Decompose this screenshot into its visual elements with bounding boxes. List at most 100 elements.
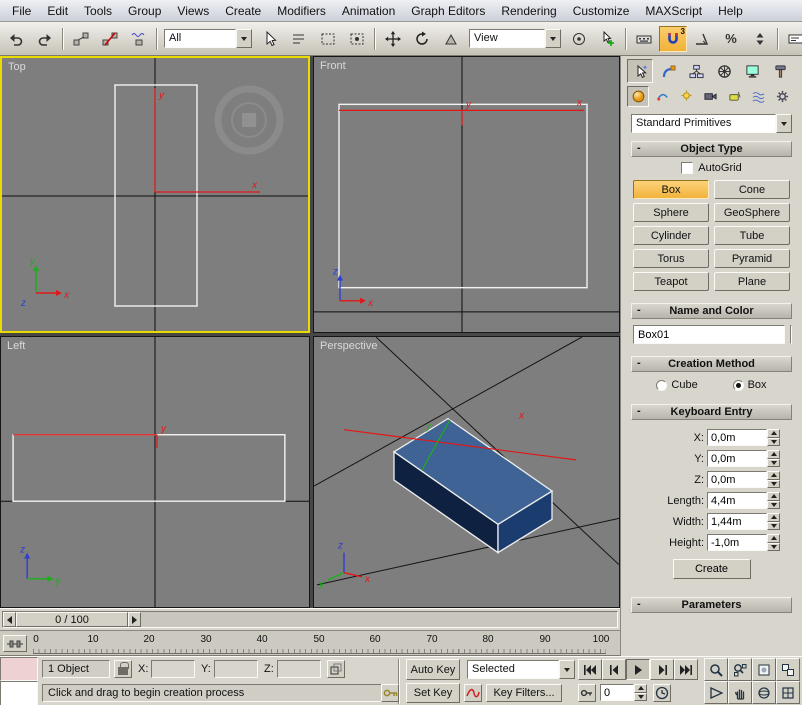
maxscript-mini-listener[interactable]	[0, 657, 38, 681]
select-rotate-button[interactable]	[408, 26, 436, 52]
set-key-mode-button[interactable]: Set Key	[406, 683, 460, 703]
primitive-geosphere-button[interactable]: GeoSphere	[714, 203, 790, 222]
tab-motion[interactable]	[711, 59, 737, 83]
creation-method-cube[interactable]: Cube	[656, 379, 697, 391]
rect-selection-region-button[interactable]	[314, 26, 342, 52]
arc-rotate-button[interactable]	[752, 681, 776, 704]
bind-spacewarp-button[interactable]	[125, 26, 153, 52]
primitive-plane-button[interactable]: Plane	[714, 272, 790, 291]
rollout-header-parameters[interactable]: -Parameters	[631, 597, 792, 613]
autogrid-checkbox[interactable]	[681, 162, 693, 174]
viewport-left-canvas[interactable]: y z y	[1, 337, 309, 607]
go-to-end-button[interactable]	[674, 659, 698, 680]
mini-curve-editor-button[interactable]	[3, 635, 27, 652]
menu-animation[interactable]: Animation	[334, 2, 403, 20]
rollout-header-creation-method[interactable]: -Creation Method	[631, 356, 792, 372]
primitive-pyramid-button[interactable]: Pyramid	[714, 249, 790, 268]
select-move-button[interactable]	[379, 26, 407, 52]
kb-length-spinner[interactable]	[767, 492, 780, 509]
menu-graph-editors[interactable]: Graph Editors	[403, 2, 493, 20]
radio-icon[interactable]	[656, 380, 667, 391]
auto-key-button[interactable]: Auto Key	[406, 659, 460, 680]
set-keys-button[interactable]	[381, 684, 399, 702]
window-crossing-button[interactable]	[343, 26, 371, 52]
tab-utilities[interactable]	[767, 59, 793, 83]
select-by-name-button[interactable]	[285, 26, 313, 52]
select-object-button[interactable]	[256, 26, 284, 52]
zoom-button[interactable]	[704, 658, 728, 681]
spinner-down-icon[interactable]	[767, 522, 780, 531]
selection-lock-button[interactable]	[114, 660, 132, 678]
menu-group[interactable]: Group	[120, 2, 169, 20]
object-name-input[interactable]	[633, 325, 785, 344]
spinner-down-icon[interactable]	[767, 543, 780, 552]
kb-height-spinner[interactable]	[767, 534, 780, 551]
next-frame-button[interactable]	[650, 659, 674, 680]
select-manipulate-button[interactable]	[594, 26, 622, 52]
spinner-up-icon[interactable]	[767, 492, 780, 501]
time-slider-left-button[interactable]	[3, 612, 16, 627]
maxscript-mini-listener-input[interactable]	[0, 681, 38, 705]
selection-filter-dropdown[interactable]: All	[164, 29, 252, 48]
menu-maxscript[interactable]: MAXScript	[637, 2, 710, 20]
spinner-down-icon[interactable]	[767, 459, 780, 468]
go-to-start-button[interactable]	[578, 659, 602, 680]
frame-spinner[interactable]	[634, 684, 647, 701]
kb-z-input[interactable]	[707, 471, 767, 488]
kb-height-input[interactable]	[707, 534, 767, 551]
time-slider-track[interactable]: 0 / 100	[2, 611, 618, 628]
viewport-front-canvas[interactable]: y x z x	[314, 57, 619, 332]
primitive-category-dropdown[interactable]: Standard Primitives	[631, 114, 792, 133]
menu-create[interactable]: Create	[217, 2, 269, 20]
kb-x-spinner[interactable]	[767, 429, 780, 446]
rollout-header-name-color[interactable]: -Name and Color	[631, 303, 792, 319]
primitive-box-button[interactable]: Box	[633, 180, 709, 199]
current-frame-input[interactable]	[600, 684, 634, 701]
creation-method-box[interactable]: Box	[733, 379, 767, 391]
primitive-torus-button[interactable]: Torus	[633, 249, 709, 268]
zoom-extents-all-button[interactable]	[776, 658, 800, 681]
menu-tools[interactable]: Tools	[76, 2, 120, 20]
viewport-label[interactable]: Front	[320, 60, 346, 72]
use-center-button[interactable]	[565, 26, 593, 52]
category-space-warps[interactable]	[747, 86, 769, 107]
category-cameras[interactable]	[699, 86, 721, 107]
spinner-snap-button[interactable]	[746, 26, 774, 52]
kb-length-input[interactable]	[707, 492, 767, 509]
radio-icon[interactable]	[733, 380, 744, 391]
angle-snap-button[interactable]	[688, 26, 716, 52]
previous-frame-button[interactable]	[602, 659, 626, 680]
play-button[interactable]	[626, 659, 650, 680]
named-selection-sets-button[interactable]	[782, 26, 802, 52]
kb-y-input[interactable]	[707, 450, 767, 467]
viewport-label[interactable]: Perspective	[320, 340, 377, 352]
select-scale-button[interactable]	[437, 26, 465, 52]
menu-file[interactable]: File	[4, 2, 39, 20]
primitive-tube-button[interactable]: Tube	[714, 226, 790, 245]
dropdown-arrow-button[interactable]	[559, 660, 575, 679]
ref-coord-dropdown[interactable]: View	[469, 29, 561, 48]
kb-z-spinner[interactable]	[767, 471, 780, 488]
menu-help[interactable]: Help	[710, 2, 751, 20]
category-geometry[interactable]	[627, 86, 649, 107]
undo-button[interactable]	[2, 26, 30, 52]
viewport-perspective[interactable]: Perspective x y	[313, 336, 620, 608]
category-shapes[interactable]	[651, 86, 673, 107]
zoom-extents-button[interactable]	[752, 658, 776, 681]
dropdown-arrow-button[interactable]	[776, 114, 792, 133]
kb-width-spinner[interactable]	[767, 513, 780, 530]
key-filters-button[interactable]: Key Filters...	[486, 684, 562, 702]
coord-z-input[interactable]	[277, 660, 321, 678]
spinner-up-icon[interactable]	[767, 450, 780, 459]
viewport-label[interactable]: Top	[8, 61, 26, 73]
time-slider-right-button[interactable]	[128, 612, 141, 627]
snap-toggle-button[interactable]: 3	[659, 26, 687, 52]
primitive-sphere-button[interactable]: Sphere	[633, 203, 709, 222]
primitive-teapot-button[interactable]: Teapot	[633, 272, 709, 291]
category-lights[interactable]	[675, 86, 697, 107]
coord-y-input[interactable]	[214, 660, 258, 678]
menu-views[interactable]: Views	[169, 2, 217, 20]
kb-width-input[interactable]	[707, 513, 767, 530]
viewport-front[interactable]: Front y x z x	[313, 56, 620, 333]
spinner-up-icon[interactable]	[634, 684, 647, 693]
